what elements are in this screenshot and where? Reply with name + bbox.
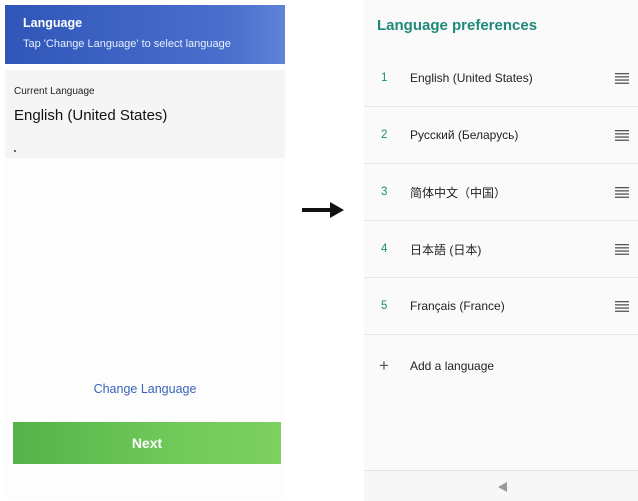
language-name: 日本語 (日本): [410, 242, 482, 257]
drag-handle-icon[interactable]: [615, 72, 629, 84]
language-item[interactable]: 2 Русский (Беларусь): [364, 107, 638, 164]
drag-handle-icon[interactable]: [615, 129, 629, 141]
add-language-label: Add a language: [410, 359, 495, 373]
drag-handle-icon[interactable]: [615, 243, 629, 255]
current-language-label: Current Language: [14, 86, 95, 97]
language-item[interactable]: 3 简体中文（中国）: [364, 164, 638, 221]
language-order-number: 1: [381, 72, 388, 84]
language-header: Language Tap 'Change Language' to select…: [5, 5, 285, 64]
language-order-number: 3: [381, 186, 388, 198]
page-title: Language preferences: [377, 17, 538, 34]
change-language-link[interactable]: Change Language: [5, 382, 285, 396]
language-name: Русский (Беларусь): [410, 128, 519, 142]
back-triangle-icon[interactable]: [498, 482, 507, 492]
language-name: 简体中文（中国）: [410, 185, 507, 200]
current-language-value: English (United States): [14, 107, 168, 124]
language-list: 1 English (United States) 2 Русский (Бел…: [364, 50, 638, 335]
drag-handle-icon[interactable]: [615, 186, 629, 198]
divider-dot: [14, 150, 16, 152]
navigation-bar: [364, 470, 638, 501]
language-order-number: 5: [381, 300, 388, 312]
plus-icon: +: [379, 356, 389, 375]
language-item[interactable]: 5 Français (France): [364, 278, 638, 335]
add-language-button[interactable]: + Add a language: [364, 340, 638, 392]
language-order-number: 2: [381, 129, 388, 141]
language-name: Français (France): [410, 299, 505, 313]
next-button[interactable]: Next: [13, 422, 281, 464]
language-item[interactable]: 4 日本語 (日本): [364, 221, 638, 278]
language-item[interactable]: 1 English (United States): [364, 50, 638, 107]
language-order-number: 4: [381, 243, 388, 255]
header-subtitle: Tap 'Change Language' to select language: [23, 38, 231, 50]
drag-handle-icon[interactable]: [615, 300, 629, 312]
arrow-right-icon: [302, 202, 344, 218]
header-title: Language: [23, 16, 83, 30]
language-screen: Language Tap 'Change Language' to select…: [5, 5, 285, 499]
current-language-block: Current Language English (United States): [5, 70, 285, 158]
language-name: English (United States): [410, 71, 533, 85]
language-preferences-screen: Language preferences 1 English (United S…: [364, 0, 638, 501]
